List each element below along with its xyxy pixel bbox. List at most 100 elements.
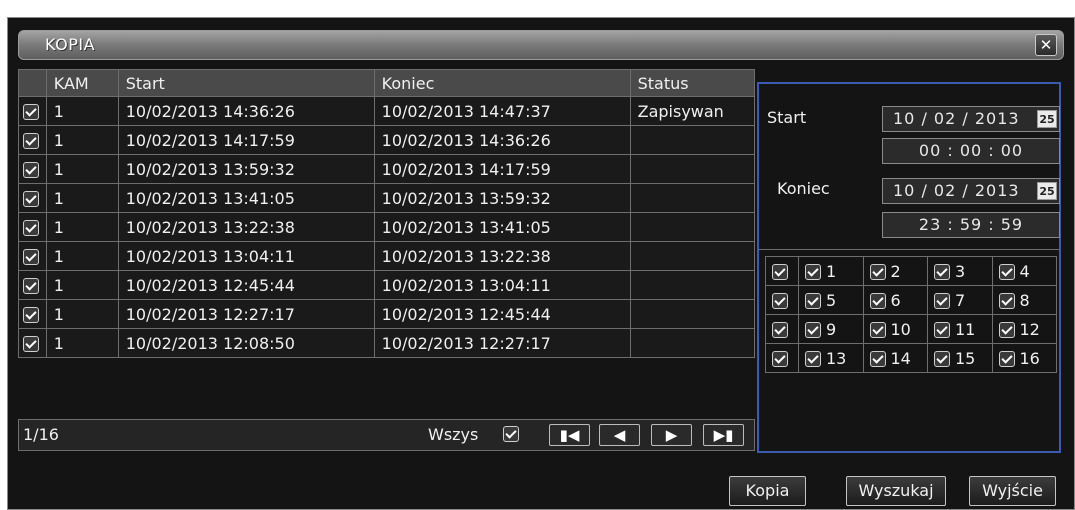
cell-start: 10/02/2013 12:08:50 xyxy=(117,328,375,358)
search-button[interactable]: Wyszukaj xyxy=(846,476,946,506)
dialog-title: KOPIA xyxy=(45,35,96,54)
channel-checkbox[interactable] xyxy=(869,322,886,338)
calendar-icon[interactable]: 25 xyxy=(1037,110,1057,128)
cell-status xyxy=(629,241,756,271)
channel-checkbox[interactable] xyxy=(998,264,1015,280)
cell-end: 10/02/2013 12:27:17 xyxy=(373,328,631,358)
cell-end: 10/02/2013 13:22:38 xyxy=(373,241,631,271)
cell-status xyxy=(629,125,756,155)
column-header-select xyxy=(18,69,47,97)
row-select-cell xyxy=(18,154,47,184)
cell-start: 10/02/2013 13:04:11 xyxy=(117,241,375,271)
table-row[interactable]: 1 10/02/2013 12:45:44 10/02/2013 13:04:11 xyxy=(18,270,756,300)
last-page-icon: ▶▮ xyxy=(713,426,734,444)
cell-start: 10/02/2013 14:36:26 xyxy=(117,96,375,126)
row-checkbox[interactable] xyxy=(23,133,39,149)
copy-button[interactable]: Kopia xyxy=(729,476,806,506)
prev-page-button[interactable]: ◀ xyxy=(599,424,640,446)
start-date-field[interactable]: 10 / 02 / 2013 25 xyxy=(882,106,1060,132)
channel-cell: 15 xyxy=(927,343,993,373)
channel-checkbox[interactable] xyxy=(869,293,886,309)
cell-start: 10/02/2013 13:59:32 xyxy=(117,154,375,184)
channel-checkbox[interactable] xyxy=(998,293,1015,309)
channel-label: 4 xyxy=(1019,261,1030,281)
channel-cell: 11 xyxy=(927,314,993,344)
calendar-icon[interactable]: 25 xyxy=(1037,182,1057,200)
channel-checkbox[interactable] xyxy=(869,264,886,280)
cell-status xyxy=(629,212,756,242)
close-button[interactable]: ✕ xyxy=(1035,34,1057,56)
row-checkbox[interactable] xyxy=(23,307,39,323)
channel-row-checkbox[interactable] xyxy=(772,351,788,367)
channel-checkbox[interactable] xyxy=(934,351,950,367)
channel-label: 2 xyxy=(890,261,901,281)
table-row[interactable]: 1 10/02/2013 13:22:38 10/02/2013 13:41:05 xyxy=(18,212,756,242)
channel-row-select-cell xyxy=(765,285,799,315)
column-header-end: Koniec xyxy=(373,69,631,97)
channel-checkbox[interactable] xyxy=(805,264,821,280)
channel-row-checkbox[interactable] xyxy=(772,293,788,309)
channel-row-checkbox[interactable] xyxy=(772,322,788,338)
channel-label: 10 xyxy=(890,319,911,339)
end-date-field[interactable]: 10 / 02 / 2013 25 xyxy=(882,178,1060,204)
exit-button[interactable]: Wyjście xyxy=(969,476,1056,506)
start-label: Start xyxy=(767,108,807,127)
channel-cell: 6 xyxy=(862,285,928,315)
channel-checkbox[interactable] xyxy=(805,322,821,338)
row-checkbox[interactable] xyxy=(23,336,39,352)
channel-checkbox[interactable] xyxy=(934,293,950,309)
channel-cell: 7 xyxy=(927,285,993,315)
table-row[interactable]: 1 10/02/2013 14:36:26 10/02/2013 14:47:37 Z… xyxy=(18,96,756,126)
recordings-table: KAM Start Koniec Status 1 10/02/2013 14:3… xyxy=(18,69,756,358)
channel-label: 3 xyxy=(955,261,966,281)
cell-cam: 1 xyxy=(45,241,119,271)
cell-status: Zapisywan xyxy=(629,96,756,126)
channel-row: 9 10 11 12 xyxy=(765,314,1057,344)
table-row[interactable]: 1 10/02/2013 13:59:32 10/02/2013 14:17:59 xyxy=(18,154,756,184)
cell-cam: 1 xyxy=(45,299,119,329)
row-select-cell xyxy=(18,328,47,358)
channel-label: 7 xyxy=(955,290,966,310)
table-row[interactable]: 1 10/02/2013 13:41:05 10/02/2013 13:59:32 xyxy=(18,183,756,213)
first-page-button[interactable]: ▮◀ xyxy=(549,424,590,446)
channel-cell: 13 xyxy=(798,343,864,373)
start-date-value: 10 / 02 / 2013 xyxy=(893,109,1020,128)
channel-row: 13 14 15 16 xyxy=(765,343,1057,373)
channel-checkbox[interactable] xyxy=(934,322,950,338)
table-row[interactable]: 1 10/02/2013 12:08:50 10/02/2013 12:27:17 xyxy=(18,328,756,358)
channel-checkbox[interactable] xyxy=(998,351,1015,367)
row-checkbox[interactable] xyxy=(23,162,39,178)
row-select-cell xyxy=(18,270,47,300)
select-all-checkbox[interactable] xyxy=(503,426,519,442)
cell-start: 10/02/2013 12:27:17 xyxy=(117,299,375,329)
cell-cam: 1 xyxy=(45,212,119,242)
start-time-field[interactable]: 00 : 00 : 00 xyxy=(882,138,1060,164)
channel-checkbox[interactable] xyxy=(934,264,950,280)
table-row[interactable]: 1 10/02/2013 14:17:59 10/02/2013 14:36:26 xyxy=(18,125,756,155)
row-checkbox[interactable] xyxy=(23,220,39,236)
table-row[interactable]: 1 10/02/2013 13:04:11 10/02/2013 13:22:38 xyxy=(18,241,756,271)
end-time-field[interactable]: 23 : 59 : 59 xyxy=(882,212,1060,238)
table-footer: 1/16 Wszys ▮◀ ◀ ▶ ▶▮ xyxy=(18,419,755,451)
next-page-button[interactable]: ▶ xyxy=(651,424,692,446)
channel-label: 14 xyxy=(890,348,911,368)
channel-checkbox[interactable] xyxy=(805,293,821,309)
row-checkbox[interactable] xyxy=(23,191,39,207)
column-header-cam: KAM xyxy=(45,69,119,97)
channel-label: 1 xyxy=(826,261,837,281)
channel-checkbox[interactable] xyxy=(805,351,821,367)
row-select-cell xyxy=(18,299,47,329)
cell-cam: 1 xyxy=(45,183,119,213)
row-checkbox[interactable] xyxy=(23,104,39,120)
channel-cell: 16 xyxy=(991,343,1057,373)
row-checkbox[interactable] xyxy=(23,249,39,265)
channel-checkbox[interactable] xyxy=(998,322,1015,338)
channel-checkbox[interactable] xyxy=(869,351,886,367)
last-page-button[interactable]: ▶▮ xyxy=(703,424,744,446)
cell-end: 10/02/2013 14:36:26 xyxy=(373,125,631,155)
cell-end: 10/02/2013 13:04:11 xyxy=(373,270,631,300)
time-range-section: Start 10 / 02 / 2013 25 00 : 00 : 00 Kon… xyxy=(759,84,1060,250)
table-row[interactable]: 1 10/02/2013 12:27:17 10/02/2013 12:45:44 xyxy=(18,299,756,329)
channel-row-checkbox[interactable] xyxy=(772,264,788,280)
row-checkbox[interactable] xyxy=(23,278,39,294)
